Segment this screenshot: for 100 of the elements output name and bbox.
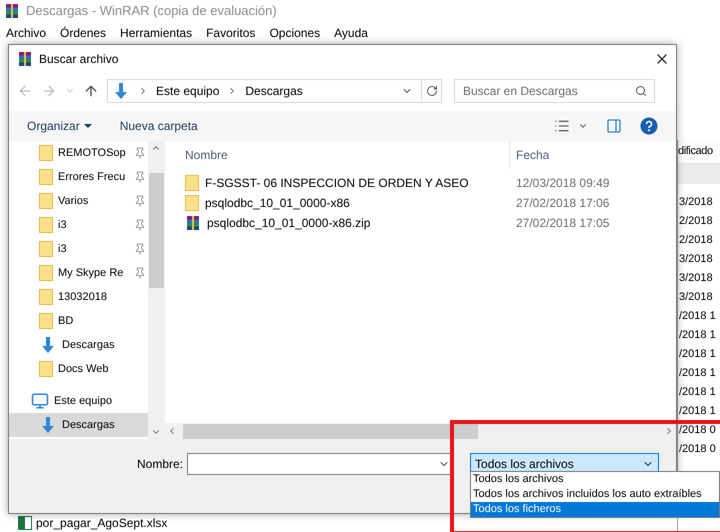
file-date: 12/03/2018 09:49 [515,175,610,192]
table-row [678,164,720,184]
window-title: Descargas - WinRAR (copia de evaluación) [26,2,277,20]
nav-label: Docs Web [58,362,110,377]
nav-label: Descargas [62,418,116,433]
toolbar-button[interactable]: Organizar [27,117,92,135]
pin-icon[interactable] [134,147,146,159]
pin-icon[interactable] [134,219,146,231]
folder-icon [185,175,199,191]
nav-label: BD [58,314,74,329]
file-name[interactable]: por_pagar_AgoSept.xlsx [36,514,168,532]
archive-icon [185,215,201,231]
folder-icon [39,169,53,185]
nav-item[interactable]: Este equipo [9,389,148,413]
nav-item[interactable]: Errores Frecu [9,165,148,189]
table-cell-text: 3/2018 [678,290,714,305]
table-cell-text: 2/2018 [678,214,714,229]
pin-icon[interactable] [134,171,146,183]
table-cell-text: 3/2018 [678,252,714,267]
column-header[interactable]: dificado [678,140,720,164]
nav-item[interactable]: i3 [9,213,148,237]
column-header[interactable]: Fecha [510,141,550,169]
nav-label: Este equipo [54,394,114,409]
table-cell-text: 3/2018 [678,195,714,210]
file-name: psqlodbc_10_01_0000-x86.zip [207,215,370,232]
nav-item[interactable]: Docs Web [9,357,148,381]
folder-icon [185,195,199,211]
table-cell-text: /2018 0 [678,442,717,457]
table-cell-text: /2018 1 [678,366,717,381]
table-cell-text: /2018 1 [678,328,717,343]
preview-pane-icon[interactable] [606,118,622,134]
table-cell-text: /2018 1 [678,404,717,419]
nav-label: 13032018 [58,290,108,305]
nav-item[interactable]: Descargas [9,333,148,357]
refresh-icon[interactable] [426,85,438,97]
table-cell-text: /2018 1 [678,347,717,362]
file-row[interactable]: psqlodbc_10_01_0000-x86 27/02/2018 17:06 [165,193,676,213]
table-cell-text: 3/2018 [678,271,714,286]
horizontal-scrollbar[interactable] [165,423,676,439]
file-name: F-SGSST- 06 INSPECCION DE ORDEN Y ASEO [205,175,469,192]
search-field[interactable]: Buscar en Descargas [454,79,655,103]
menu-item[interactable]: Herramientas [120,24,192,42]
vertical-scrollbar[interactable] [148,141,164,439]
help-icon[interactable] [640,117,658,135]
app-icon [4,3,20,19]
pin-icon[interactable] [134,195,146,207]
menu-item[interactable]: Archivo [6,24,46,42]
address-bar[interactable]: Este equipo Descargas [107,79,442,103]
breadcrumb-item[interactable]: Este equipo [156,82,220,100]
folder-icon [39,145,53,161]
pin-icon[interactable] [134,243,146,255]
computer-icon [31,392,49,410]
nav-item[interactable]: REMOTOSop [9,141,148,165]
nav-item[interactable]: Descargas [9,413,148,437]
folder-icon [39,361,53,377]
folder-icon [39,217,53,233]
view-icon[interactable] [554,118,570,134]
table-cell-text: 2/2018 [678,233,714,248]
column-header[interactable]: Nombre [165,141,510,169]
nav-label: My Skype Re [58,266,124,281]
file-row[interactable]: psqlodbc_10_01_0000-x86.zip 27/02/2018 17:05 [165,213,676,233]
dropdown-option[interactable]: Todos los archivos incluidos los auto extraíbles [471,487,719,502]
menu-item[interactable]: Ayuda [334,24,368,42]
spreadsheet-icon [18,516,32,530]
download-arrow-icon [39,416,57,434]
nav-label: REMOTOSop [58,146,127,161]
dialog-title: Buscar archivo [39,51,120,68]
folder-icon [39,193,53,209]
nav-label: i3 [58,218,68,233]
file-date: 27/02/2018 17:05 [515,215,610,232]
nav-item[interactable]: i3 [9,237,148,261]
toolbar-button[interactable]: Nueva carpeta [120,117,198,135]
menu-item[interactable]: Favoritos [206,24,256,42]
download-arrow-icon [112,82,130,100]
file-date: 27/02/2018 17:06 [515,195,610,212]
pin-icon[interactable] [134,267,146,279]
file-row[interactable]: F-SGSST- 06 INSPECCION DE ORDEN Y ASEO 12/03/2018 09:49 [165,173,676,193]
folder-icon [39,265,53,281]
file-name: psqlodbc_10_01_0000-x86 [205,195,350,212]
menu-item[interactable]: Órdenes [60,24,106,42]
menu-item[interactable]: Opciones [269,24,320,42]
nav-label: Varios [58,194,90,209]
nav-item[interactable]: Varios [9,189,148,213]
nav-label: Errores Frecu [58,170,126,185]
table-cell-text: /2018 1 [678,309,717,324]
nav-item[interactable]: BD [9,309,148,333]
folder-icon [39,241,53,257]
nav-item[interactable]: 13032018 [9,285,148,309]
table-cell-text: /2018 0 [678,423,717,438]
nav-item[interactable]: My Skype Re [9,261,148,285]
nav-label: Descargas [62,338,116,353]
download-arrow-icon [39,336,57,354]
folder-icon [39,313,53,329]
table-cell-text: /2018 1 [678,385,717,400]
nav-label: i3 [58,242,68,257]
dropdown-option[interactable]: Todos los ficheros [471,502,719,517]
breadcrumb-item[interactable]: Descargas [245,82,303,100]
filename-label: Nombre: [137,456,184,473]
dropdown-option[interactable]: Todos los archivos [471,472,719,487]
up-icon[interactable] [83,83,99,99]
